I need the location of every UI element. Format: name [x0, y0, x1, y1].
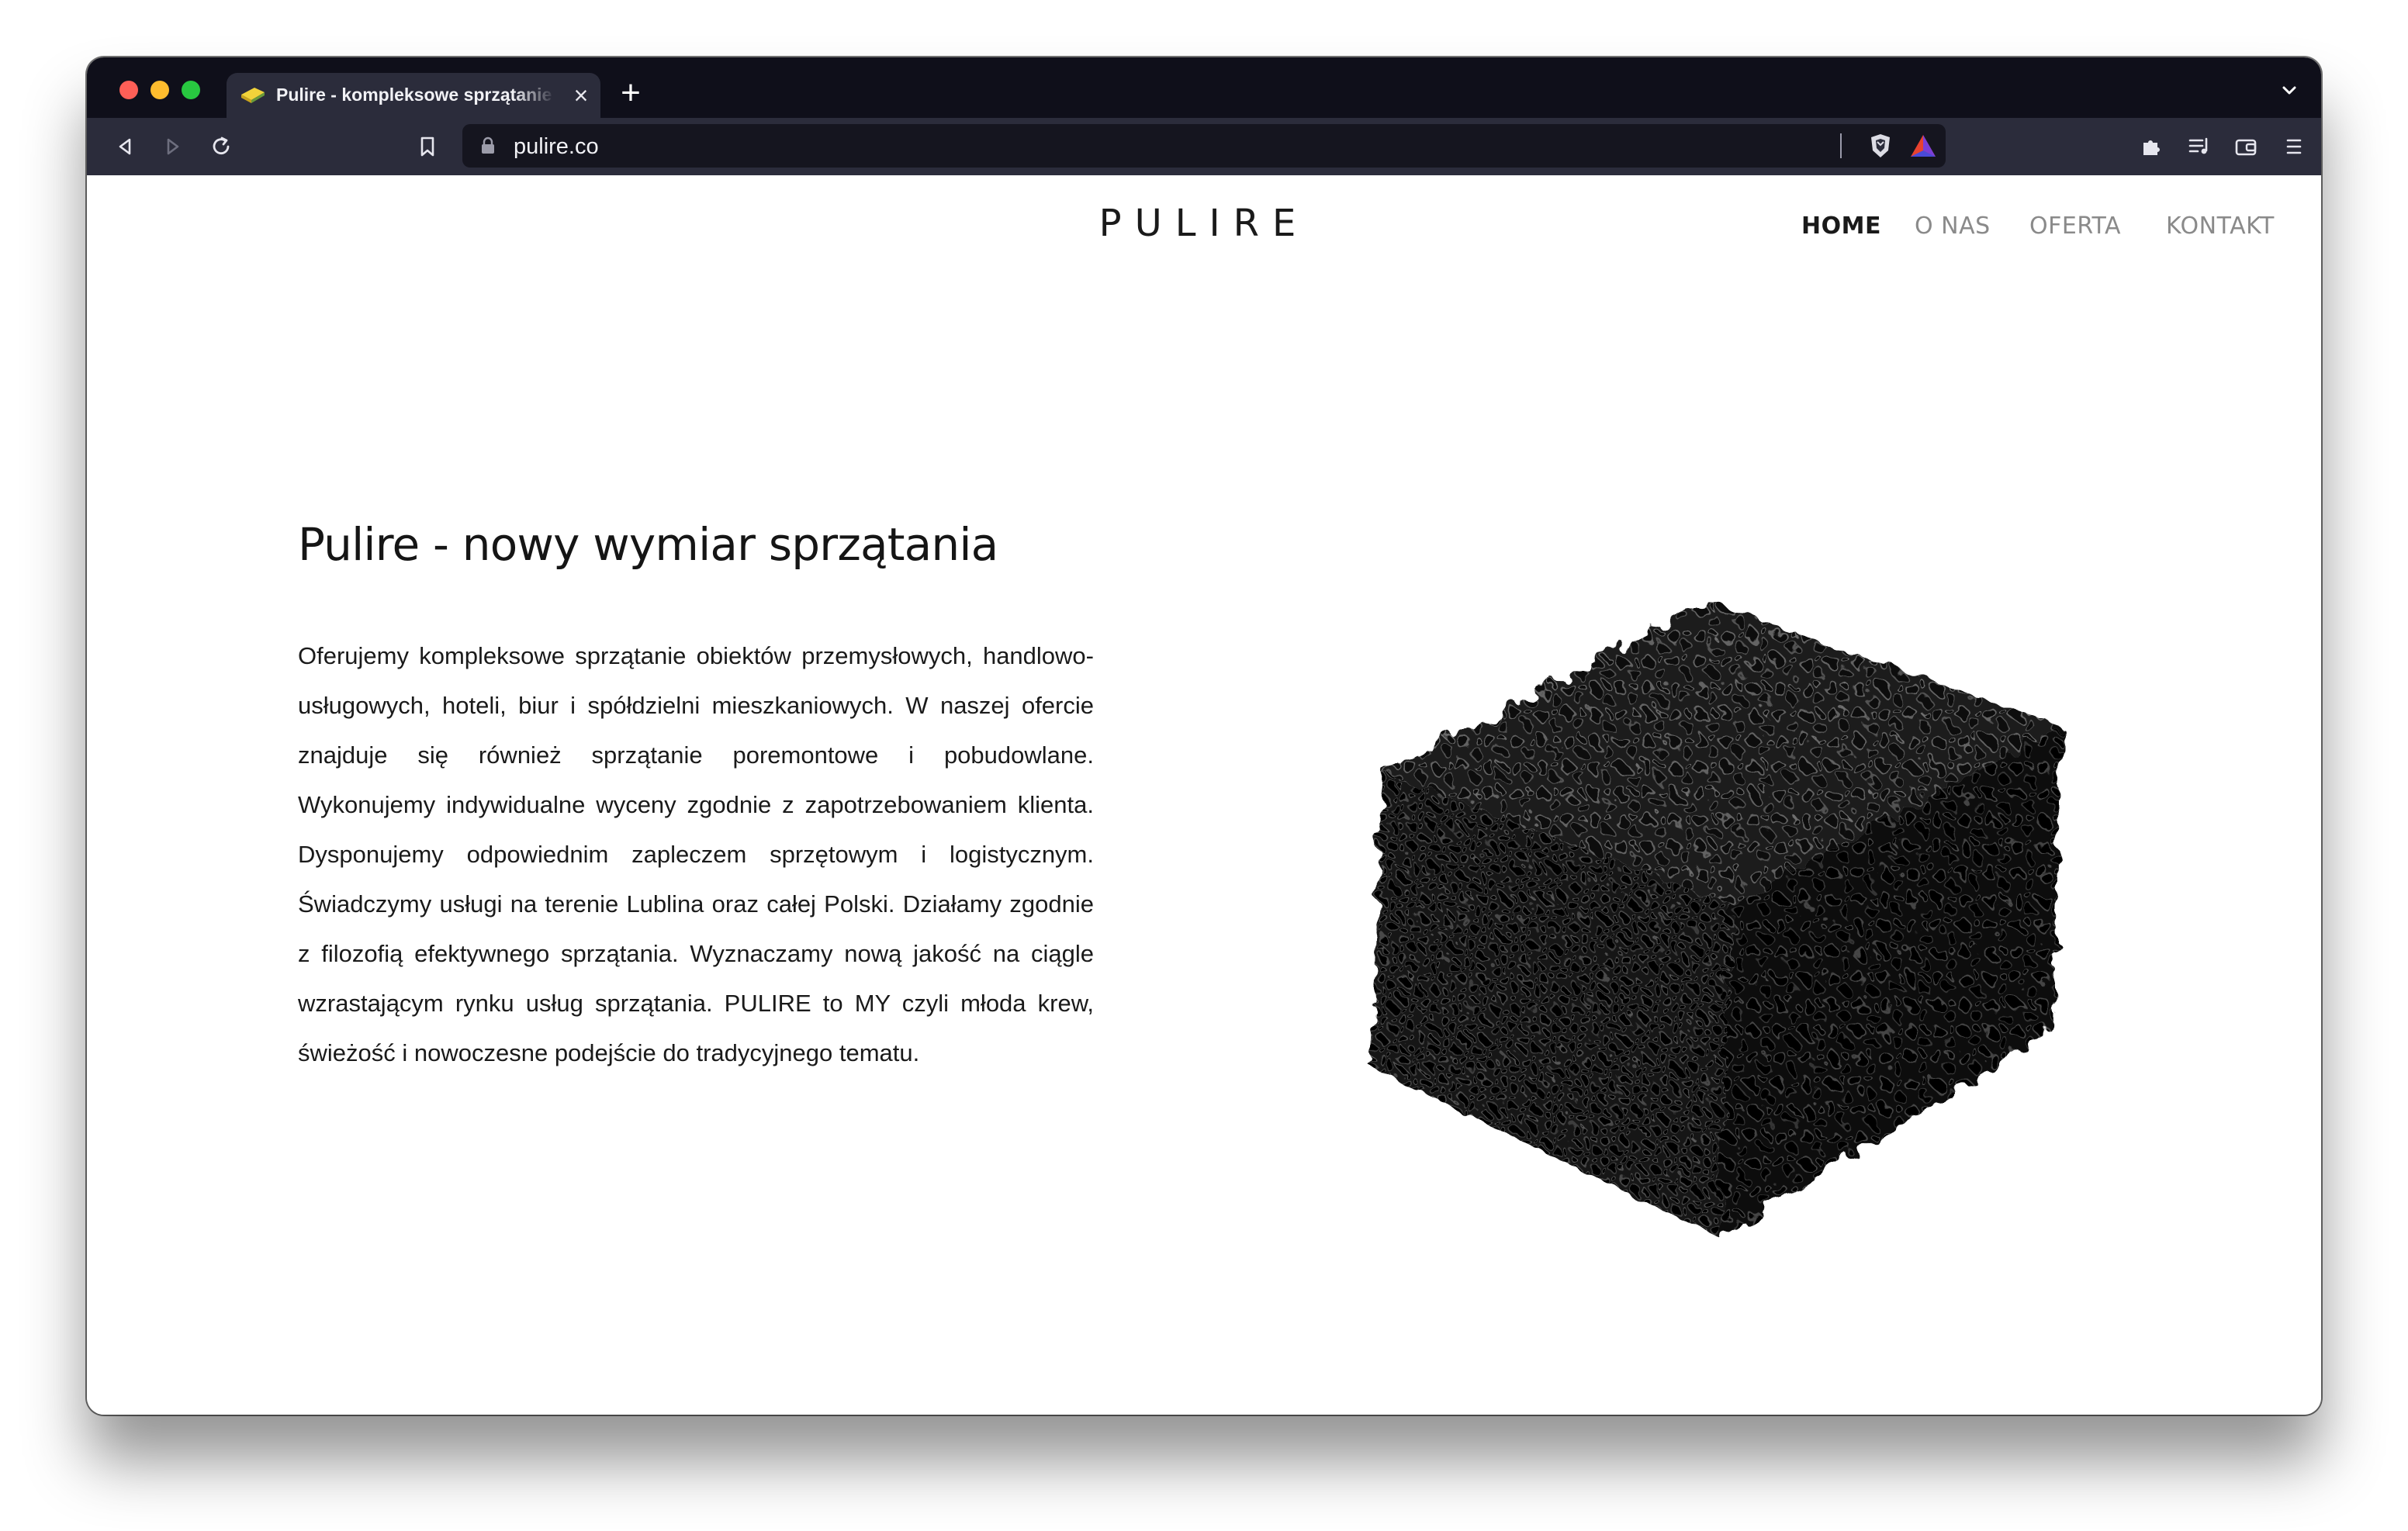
tab-strip: Pulire - kompleksowe sprzątanie × +: [87, 57, 2321, 118]
nav-oferta-link[interactable]: OFERTA: [2029, 213, 2121, 240]
hamburger-icon[interactable]: [2281, 133, 2307, 160]
playlist-icon[interactable]: [2186, 133, 2213, 160]
bookmark-icon[interactable]: [414, 133, 441, 160]
url-divider: [1840, 133, 1842, 158]
desktop-background: Pulire - kompleksowe sprzątanie × + puli…: [0, 0, 2408, 1531]
address-bar[interactable]: pulire.co: [462, 124, 1946, 168]
lock-icon: [482, 137, 494, 154]
hero-headline: Pulire - nowy wymiar sprzątania: [298, 518, 998, 571]
url-text[interactable]: pulire.co: [514, 134, 599, 160]
black-sponge-cube-image: [1371, 602, 2061, 1238]
zoom-window-button[interactable]: [182, 81, 200, 99]
site-logo[interactable]: PULIRE: [1095, 202, 1313, 245]
brave-rewards-icon[interactable]: [1908, 132, 1938, 160]
back-icon[interactable]: [112, 133, 138, 160]
nav-kontakt-link[interactable]: KONTAKT: [2166, 213, 2275, 240]
close-window-button[interactable]: [119, 81, 138, 99]
plus-icon[interactable]: +: [614, 76, 647, 110]
brave-shield-icon[interactable]: [1867, 132, 1894, 160]
sponge-favicon-icon: [241, 88, 265, 103]
chevron-down-icon[interactable]: [2278, 79, 2301, 102]
page-content: PULIRE HOME O NAS OFERTA KONTAKT Pulire …: [87, 175, 2321, 1415]
minimize-window-button[interactable]: [150, 81, 169, 99]
puzzle-icon[interactable]: [2138, 133, 2164, 160]
nav-home-link[interactable]: HOME: [1801, 213, 1881, 240]
browser-toolbar: pulire.co: [87, 118, 2321, 175]
browser-tab[interactable]: Pulire - kompleksowe sprzątanie ×: [227, 73, 600, 118]
close-icon[interactable]: ×: [568, 82, 594, 109]
tab-title: Pulire - kompleksowe sprzątanie: [276, 85, 552, 105]
reload-icon[interactable]: [208, 133, 234, 160]
forward-icon[interactable]: [160, 133, 186, 160]
wallet-icon[interactable]: [2233, 133, 2259, 160]
hero-description: Oferujemy kompleksowe sprzątanie obiektó…: [298, 642, 1094, 1066]
browser-window: Pulire - kompleksowe sprzątanie × + puli…: [87, 57, 2321, 1415]
nav-onas-link[interactable]: O NAS: [1915, 213, 1991, 240]
